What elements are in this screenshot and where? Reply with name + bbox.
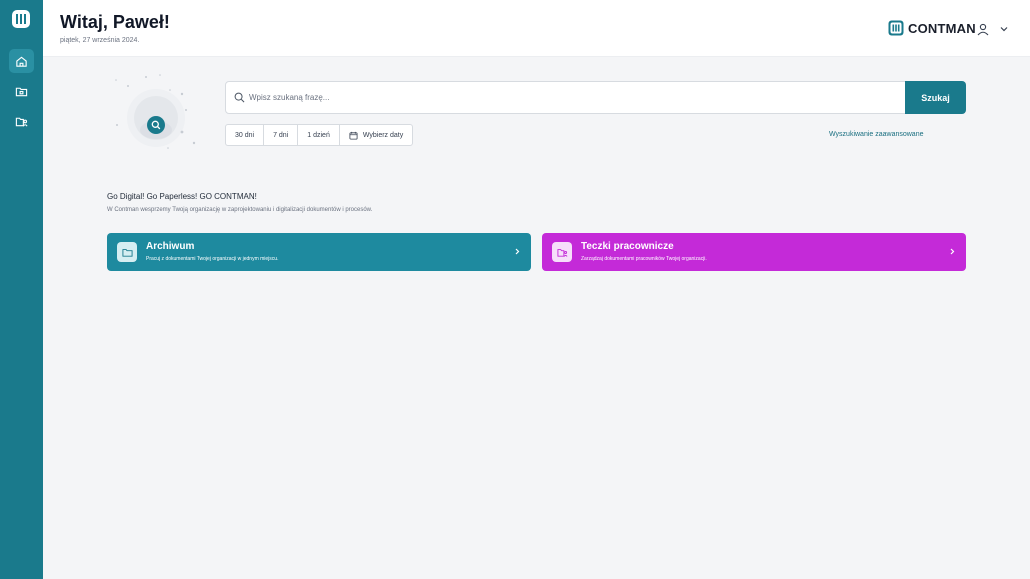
personnel-folder-icon <box>556 248 567 257</box>
brand-name: CONTMAN <box>908 20 976 36</box>
chevron-right-icon <box>515 248 520 255</box>
archive-card[interactable]: Archiwum Pracuj z dokumentami Twojej org… <box>107 233 531 271</box>
archive-card-title: Archiwum <box>146 241 195 252</box>
search-bar <box>225 81 906 114</box>
archive-card-description: Pracuj z dokumentami Twojej organizacji … <box>146 256 279 262</box>
card-icon-badge <box>552 242 572 262</box>
folder-icon <box>121 248 133 257</box>
sidebar <box>0 0 43 579</box>
chevron-down-icon[interactable] <box>999 25 1009 33</box>
date-range-filter: 30 dni 7 dni 1 dzień Wybierz daty <box>225 124 414 146</box>
range-1-day[interactable]: 1 dzień <box>298 125 340 145</box>
search-button[interactable]: Szukaj <box>905 81 966 114</box>
user-icon[interactable] <box>976 22 990 36</box>
personnel-card-title: Teczki pracownicze <box>581 241 674 252</box>
current-date: piątek, 27 września 2024. <box>60 37 140 44</box>
brand-logo: CONTMAN <box>888 20 976 36</box>
home-icon <box>16 56 27 67</box>
tagline: Go Digital! Go Paperless! GO CONTMAN! <box>107 192 257 201</box>
chevron-right-icon <box>950 248 955 255</box>
personnel-card-description: Zarządzaj dokumentami pracowników Twojej… <box>581 256 707 262</box>
date-picker-button[interactable]: Wybierz daty <box>340 125 412 145</box>
sidebar-item-archive[interactable] <box>9 79 34 103</box>
card-icon-badge <box>117 242 137 262</box>
contman-logo-icon <box>888 20 904 36</box>
header: Witaj, Paweł! piątek, 27 września 2024. … <box>43 0 1030 57</box>
intro-description: W Contman wesprzemy Twoją organizację w … <box>107 207 373 213</box>
sidebar-item-personnel[interactable] <box>9 109 34 133</box>
date-picker-label: Wybierz daty <box>362 131 404 139</box>
personnel-files-card[interactable]: Teczki pracownicze Zarządzaj dokumentami… <box>542 233 966 271</box>
contman-logo-icon[interactable] <box>11 9 31 29</box>
search-input[interactable] <box>249 93 849 102</box>
search-icon <box>234 92 245 103</box>
page-title: Witaj, Paweł! <box>60 12 170 32</box>
range-7-days[interactable]: 7 dni <box>264 125 299 145</box>
advanced-search-link[interactable]: Wyszukiwanie zaawansowane <box>829 131 923 138</box>
range-30-days[interactable]: 30 dni <box>226 125 265 145</box>
sidebar-item-home[interactable] <box>9 49 34 73</box>
personnel-folder-icon <box>15 117 28 126</box>
calendar-icon <box>349 131 358 140</box>
archive-folder-icon <box>15 87 28 96</box>
search-illustration <box>115 74 196 149</box>
